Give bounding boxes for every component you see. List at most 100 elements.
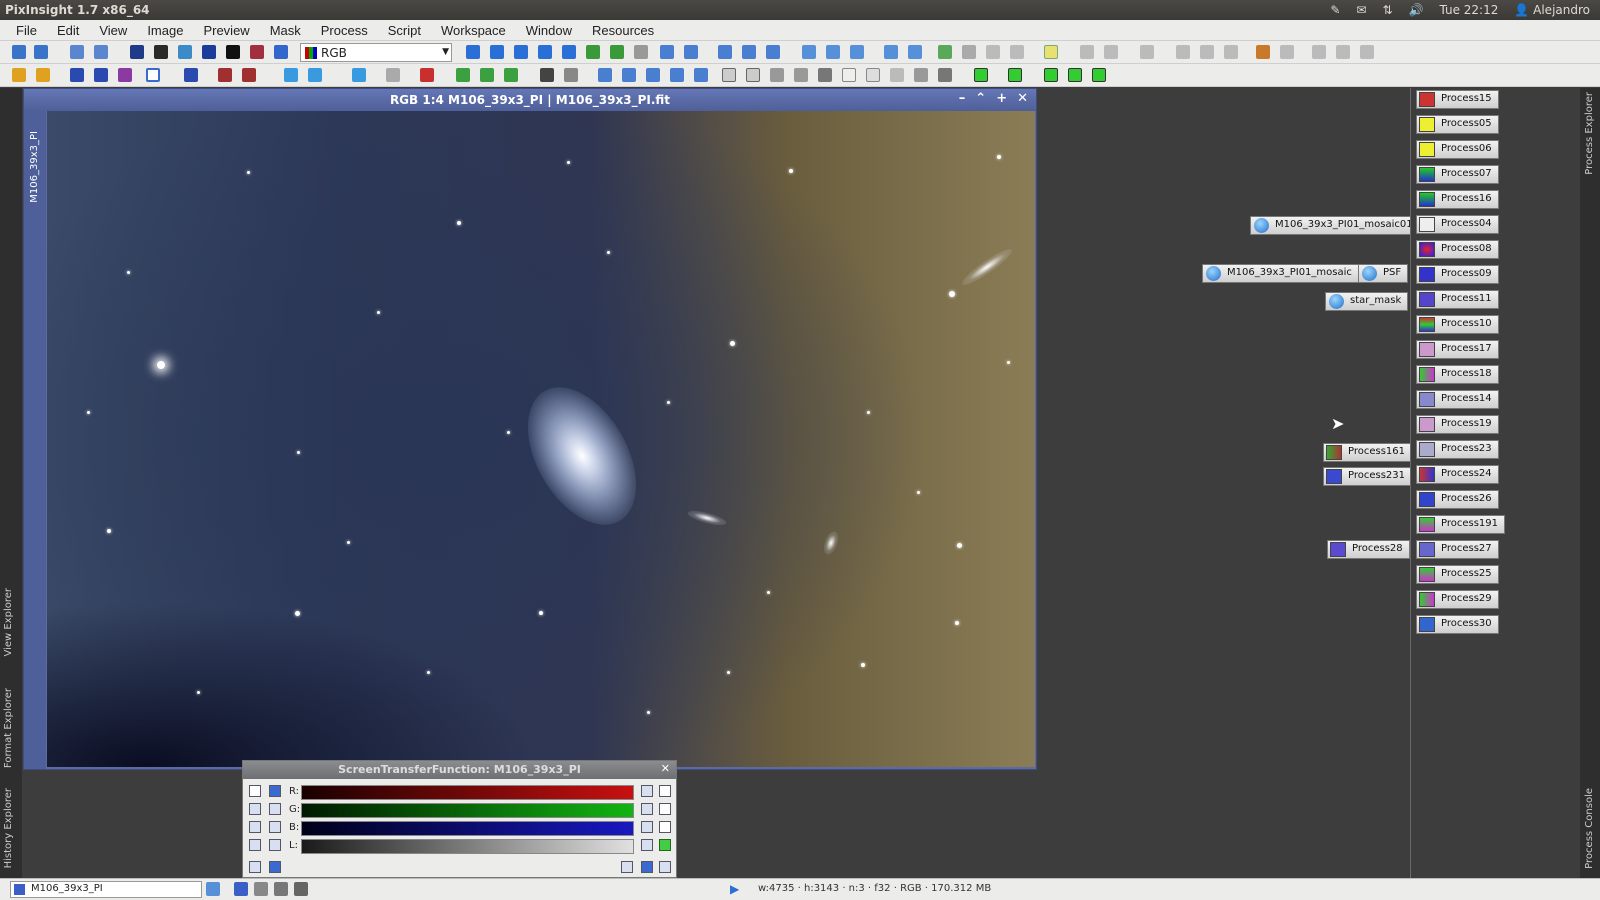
channel-extract-icon[interactable] [154, 45, 168, 59]
sample-format-icon[interactable] [178, 45, 192, 59]
rotate-ccw-icon[interactable] [622, 68, 636, 82]
view-explorer-tab[interactable]: View Explorer [3, 588, 14, 657]
menu-workspace[interactable]: Workspace [431, 20, 516, 40]
background-extraction-icon[interactable] [456, 68, 470, 82]
zoom-mode-icon[interactable] [490, 45, 504, 59]
process-icon-process25[interactable]: Process25 [1416, 565, 1499, 584]
process-icon-process18[interactable]: Process18 [1416, 365, 1499, 384]
menu-file[interactable]: File [6, 20, 47, 40]
display-gray-icon[interactable] [254, 882, 268, 896]
invert-icon[interactable] [202, 45, 216, 59]
expand-icon[interactable] [269, 839, 281, 851]
mask-gray-icon[interactable] [890, 68, 904, 82]
process-icon-process24[interactable]: Process24 [1416, 465, 1499, 484]
stf-auto-icon[interactable] [938, 45, 952, 59]
mail-icon[interactable]: ✉ [1356, 3, 1366, 17]
mask-white-icon[interactable] [842, 68, 856, 82]
screen-icon[interactable] [274, 45, 288, 59]
image-view-tab[interactable]: M106_39x3_PI [29, 131, 40, 203]
process-icon-process19[interactable]: Process19 [1416, 415, 1499, 434]
process-icon-process10[interactable]: Process10 [1416, 315, 1499, 334]
astro-image-m106[interactable] [47, 111, 1035, 767]
window-new-icon[interactable] [986, 45, 1000, 59]
play-icon[interactable]: ▶ [730, 882, 739, 896]
process-icon-process15[interactable]: Process15 [1416, 90, 1499, 109]
process-icon-process30[interactable]: Process30 [1416, 615, 1499, 634]
undo-icon[interactable] [12, 45, 26, 59]
mosaic-icon[interactable] [352, 68, 366, 82]
close-icon[interactable]: ✕ [1017, 91, 1028, 106]
preview-mode-icon[interactable] [538, 45, 552, 59]
channel-r-slider[interactable] [301, 785, 634, 800]
auto-stretch-r-icon[interactable] [641, 785, 653, 797]
channel-select[interactable]: RGB ▼ [300, 43, 452, 62]
reset-r-icon[interactable] [659, 785, 671, 797]
new-image-icon[interactable] [70, 45, 84, 59]
window-close-icon[interactable] [1010, 45, 1024, 59]
process-icon-process28[interactable]: Process28 [1327, 540, 1410, 559]
cascade-icon[interactable] [1200, 45, 1214, 59]
rotate-180-icon[interactable] [646, 68, 660, 82]
color-calibration-icon[interactable] [94, 68, 108, 82]
edit-instance-icon[interactable] [621, 861, 633, 873]
dynamic-mode-icon[interactable] [562, 45, 576, 59]
auto-all-icon[interactable] [641, 861, 653, 873]
stf-titlebar[interactable]: ScreenTransferFunction: M106_39x3_PI ✕ [243, 761, 676, 779]
apply-check-icon[interactable] [659, 839, 671, 851]
maximize-view-icon[interactable] [826, 45, 840, 59]
up-arrow-icon[interactable] [269, 785, 281, 797]
mask-enable-icon[interactable] [908, 45, 922, 59]
align-icons-icon[interactable] [1280, 45, 1294, 59]
view-selector[interactable]: M106_39x3_PI [10, 881, 202, 898]
layer-merge-icon[interactable] [1092, 68, 1106, 82]
resample-icon[interactable] [746, 68, 760, 82]
tile-icon[interactable] [1176, 45, 1190, 59]
process-console-tab[interactable]: Process Console [1584, 788, 1595, 869]
network-icon[interactable]: ⇅ [1382, 3, 1392, 17]
zoom-fit-icon[interactable] [742, 45, 756, 59]
rgb-composite-icon[interactable] [130, 45, 144, 59]
history-explorer-tab[interactable]: History Explorer [3, 788, 14, 868]
mask-red-icon[interactable] [770, 68, 784, 82]
menu-window[interactable]: Window [516, 20, 582, 40]
image-icon-mosaic01[interactable]: M106_39x3_PI01_mosaic01 [1250, 216, 1420, 235]
menu-resources[interactable]: Resources [582, 20, 664, 40]
mask-invert-icon[interactable] [564, 68, 578, 82]
stf-window[interactable]: ScreenTransferFunction: M106_39x3_PI ✕ R… [242, 760, 677, 878]
color-space-icon[interactable] [250, 45, 264, 59]
pan-mode-icon[interactable] [466, 45, 480, 59]
zoom-in-icon[interactable] [660, 45, 674, 59]
menu-script[interactable]: Script [378, 20, 431, 40]
history-icon[interactable] [1104, 45, 1118, 59]
stf-reset-icon[interactable] [962, 45, 976, 59]
fit-view-icon[interactable] [802, 45, 816, 59]
mask-light-icon[interactable] [866, 68, 880, 82]
layer-alt-icon[interactable] [1068, 68, 1082, 82]
statistics-icon[interactable] [184, 68, 198, 82]
mask-dark-icon[interactable] [914, 68, 928, 82]
hide-icons-icon[interactable] [1336, 45, 1350, 59]
readout-mode-icon[interactable] [514, 45, 528, 59]
image-icon-star-mask[interactable]: star_mask [1325, 292, 1409, 311]
process-icon-process17[interactable]: Process17 [1416, 340, 1499, 359]
background-neutral-icon[interactable] [504, 68, 518, 82]
explorer-icon[interactable] [1080, 45, 1094, 59]
process-icon-process231[interactable]: Process231 [1323, 467, 1413, 486]
restore-view-icon[interactable] [850, 45, 864, 59]
image-icon-psf[interactable]: PSF [1358, 264, 1409, 283]
arrange-icons-icon[interactable] [1256, 45, 1270, 59]
mask-black-icon[interactable] [938, 68, 952, 82]
open-icon[interactable] [12, 68, 26, 82]
mask-show-icon[interactable] [884, 45, 898, 59]
process-icon-process14[interactable]: Process14 [1416, 390, 1499, 409]
display-mask-icon[interactable] [274, 882, 288, 896]
mirror-h-icon[interactable] [670, 68, 684, 82]
auto-stretch-g-icon[interactable] [641, 803, 653, 815]
grid-icon[interactable] [249, 839, 261, 851]
save-icon[interactable] [36, 68, 50, 82]
histogram-icon[interactable] [218, 68, 232, 82]
auto-stretch-b-icon[interactable] [641, 821, 653, 833]
process-explorer-tab[interactable]: Process Explorer [1584, 92, 1595, 175]
zoom-1-4-icon[interactable] [766, 45, 780, 59]
notes-icon[interactable]: ✎ [1330, 3, 1340, 17]
